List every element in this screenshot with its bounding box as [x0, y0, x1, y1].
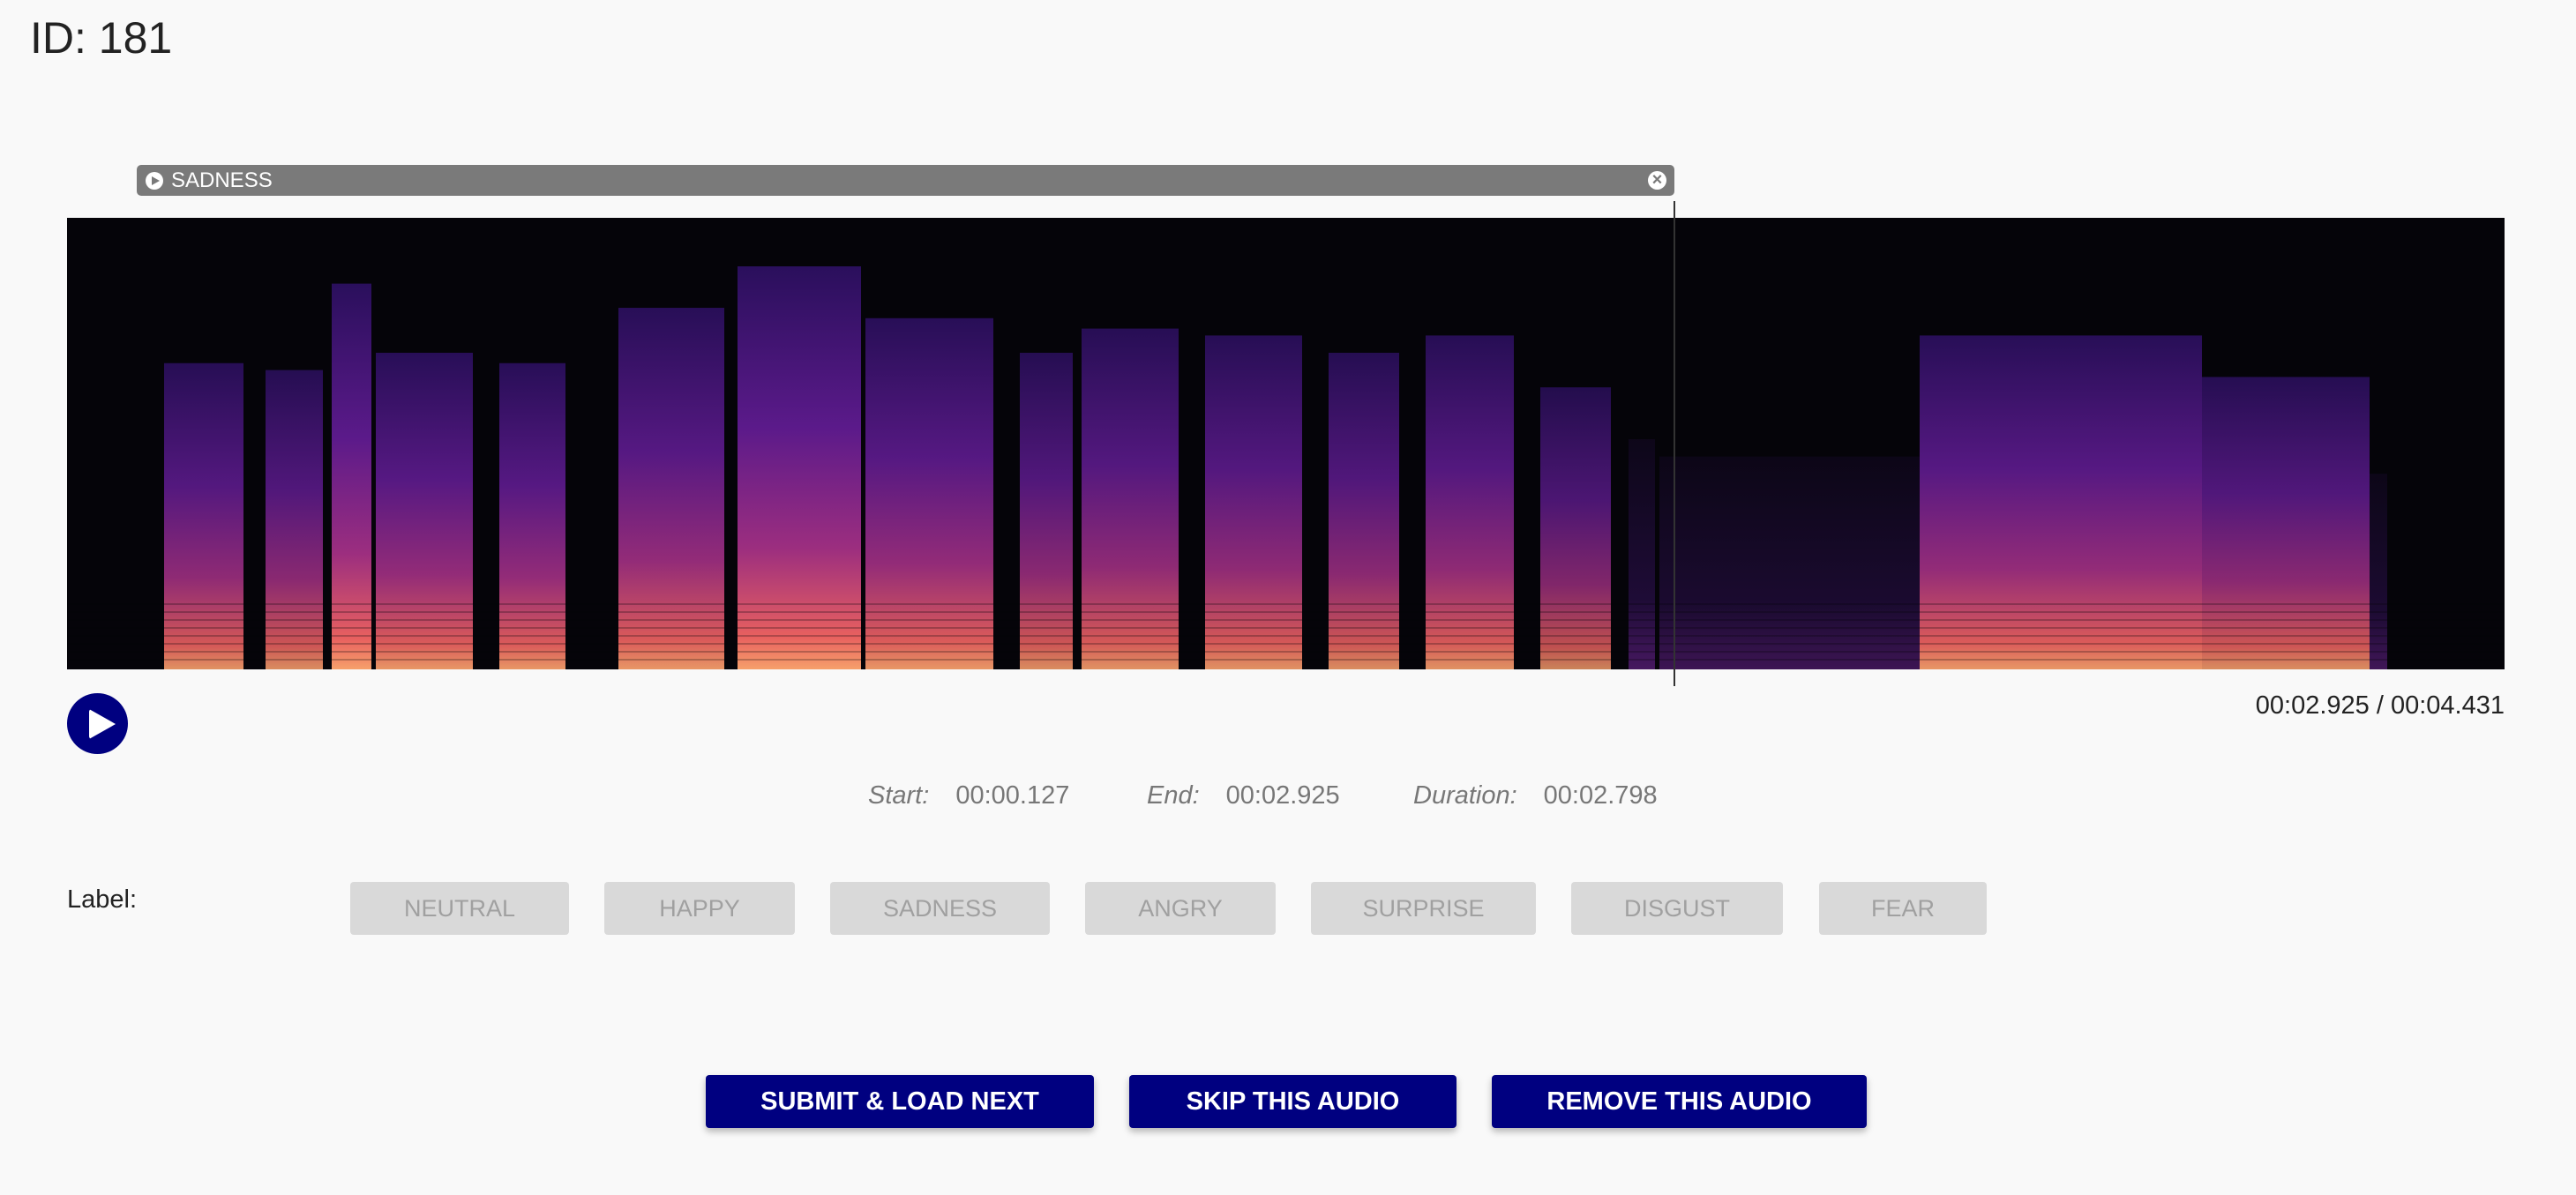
spectrogram-burst [2370, 474, 2387, 669]
start-info: Start: 00:00.127 [868, 781, 1069, 810]
spectrogram-burst [376, 353, 473, 669]
spectrogram-image [67, 266, 2505, 669]
label-button-happy[interactable]: HAPPY [604, 882, 795, 935]
label-title: Label: [67, 885, 138, 914]
end-value: 00:02.925 [1225, 781, 1340, 810]
spectrogram-harmonic-line [67, 635, 2505, 637]
duration-value: 00:02.798 [1543, 781, 1658, 810]
spectrogram-burst [499, 362, 565, 669]
spectrogram-burst [1329, 353, 1399, 669]
play-circle-icon[interactable] [146, 171, 163, 190]
play-button[interactable] [67, 693, 128, 754]
duration-label: Duration: [1413, 781, 1517, 810]
spectrogram-burst [1629, 439, 1655, 669]
end-info: End: 00:02.925 [1147, 781, 1340, 810]
spectrogram-burst [266, 370, 323, 669]
spectrogram-harmonic-line [67, 643, 2505, 645]
spectrogram-burst [738, 266, 861, 669]
end-label: End: [1147, 781, 1200, 810]
spectrogram-burst [164, 362, 243, 669]
start-label: Start: [868, 781, 930, 810]
spectrogram-harmonic-line [67, 659, 2505, 661]
spectrogram[interactable] [67, 218, 2505, 669]
label-button-angry[interactable]: ANGRY [1085, 882, 1276, 935]
spectrogram-harmonic-line [67, 619, 2505, 621]
spectrogram-harmonic-line [67, 651, 2505, 653]
start-value: 00:00.127 [955, 781, 1070, 810]
spectrogram-burst [1659, 456, 1920, 669]
label-button-neutral[interactable]: NEUTRAL [350, 882, 569, 935]
duration-info: Duration: 00:02.798 [1413, 781, 1658, 810]
spectrogram-harmonic-line [67, 611, 2505, 613]
remove-audio-button[interactable]: REMOVE THIS AUDIO [1492, 1075, 1867, 1128]
submit-load-next-button[interactable]: SUBMIT & LOAD NEXT [706, 1075, 1094, 1128]
playhead-cursor[interactable] [1674, 201, 1675, 686]
spectrogram-harmonic-line [67, 603, 2505, 605]
spectrogram-burst [1020, 353, 1073, 669]
spectrogram-burst [865, 317, 993, 669]
close-circle-icon[interactable]: × [1648, 171, 1666, 190]
spectrogram-harmonic-line [67, 627, 2505, 629]
label-button-disgust[interactable]: DISGUST [1571, 882, 1783, 935]
label-button-fear[interactable]: FEAR [1819, 882, 1987, 935]
time-display: 00:02.925 / 00:04.431 [2255, 691, 2505, 720]
spectrogram-burst [618, 308, 724, 669]
spectrogram-burst [1082, 328, 1179, 669]
spectrogram-burst [2202, 377, 2370, 669]
annotation-region[interactable]: SADNESS × [137, 165, 1674, 196]
skip-audio-button[interactable]: SKIP THIS AUDIO [1129, 1075, 1456, 1128]
region-label: SADNESS [171, 168, 273, 192]
label-button-surprise[interactable]: SURPRISE [1311, 882, 1536, 935]
label-button-sadness[interactable]: SADNESS [830, 882, 1050, 935]
item-id-title: ID: 181 [30, 13, 173, 63]
